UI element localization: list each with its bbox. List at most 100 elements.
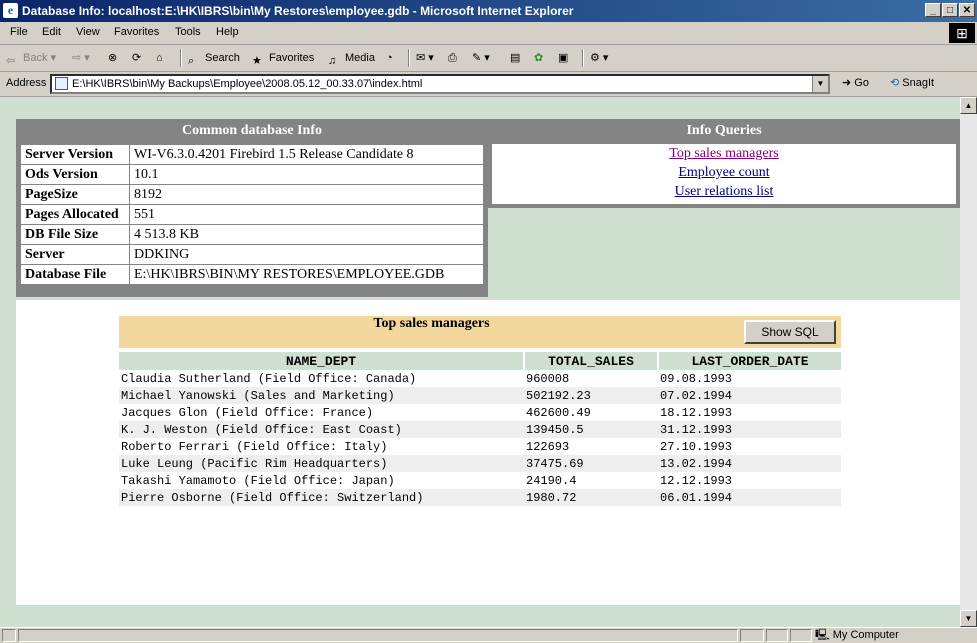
favorites-button[interactable]: ★ Favorites	[252, 49, 314, 67]
go-button[interactable]: ➜ Go	[842, 76, 869, 89]
status-text-area	[18, 629, 738, 642]
menu-help[interactable]: Help	[216, 26, 239, 38]
info-row: PageSize 8192	[20, 184, 484, 205]
info-row: Pages Allocated 551	[20, 204, 484, 225]
cell-total-sales: 24190.4	[526, 473, 577, 488]
mail-button[interactable]: ✉ ▾	[416, 49, 434, 67]
browser-viewport: Common database Info Server Version WI-V6…	[0, 97, 977, 627]
status-page-icon	[2, 629, 16, 642]
snagit-button[interactable]: ⟲ SnagIt	[890, 76, 934, 89]
cell-last-order-date: 13.02.1994	[658, 455, 841, 472]
table-row: K. J. Weston (Field Office: East Coast) 1…	[119, 421, 841, 438]
info-row: Server DDKING	[20, 244, 484, 265]
status-lock-cell	[766, 629, 788, 642]
cell-last-order-date: 12.12.1993	[660, 473, 733, 488]
query-link-top-sales-managers[interactable]: Top sales managers	[492, 144, 956, 163]
home-button[interactable]: ⌂	[156, 49, 163, 67]
scroll-up-button[interactable]: ▲	[960, 97, 977, 114]
tools-button[interactable]: ⚙ ▾	[590, 49, 608, 67]
search-button[interactable]: ⌕ Search	[188, 49, 240, 67]
discuss-button[interactable]: ▤	[510, 49, 520, 67]
info-value: WI-V6.3.0.4201 Firebird 1.5 Release Cand…	[129, 144, 484, 165]
messenger-button[interactable]: ✿	[534, 49, 543, 67]
close-button[interactable]: ✕	[959, 3, 975, 17]
stop-button[interactable]: ⊗	[108, 49, 117, 67]
stop-icon: ⊗	[108, 52, 118, 64]
table-row: Michael Yanowski (Sales and Marketing) 50…	[119, 387, 841, 404]
toolbar-separator	[180, 49, 182, 67]
info-value: E:\HK\IBRS\BIN\MY RESTORES\EMPLOYEE.GDB	[129, 264, 484, 285]
address-dropdown-button[interactable]: ▼	[812, 76, 828, 92]
cell-name-dept: Michael Yanowski (Sales and Marketing)	[119, 387, 524, 404]
refresh-button[interactable]: ⟳	[132, 49, 141, 67]
history-icon: ◔	[386, 52, 393, 64]
cell-name-dept: Jacques Glon (Field Office: France)	[121, 405, 374, 420]
address-label: Address	[6, 77, 47, 89]
tools-icon: ⚙	[590, 52, 600, 64]
menu-edit[interactable]: Edit	[42, 26, 61, 38]
info-key: PageSize	[20, 184, 130, 205]
info-queries-header: Info Queries	[686, 123, 762, 138]
menu-view[interactable]: View	[76, 26, 100, 38]
result-title: Top sales managers	[373, 316, 490, 331]
info-key: DB File Size	[20, 224, 130, 245]
address-url: E:\HK\IBRS\bin\My Backups\Employee\2008.…	[72, 78, 423, 90]
toolbar-separator	[408, 49, 410, 67]
scroll-down-button[interactable]: ▼	[960, 610, 977, 627]
home-icon: ⌂	[156, 52, 163, 64]
address-bar: Address E:\HK\IBRS\bin\My Backups\Employ…	[0, 72, 977, 97]
info-key: Database File	[20, 264, 130, 285]
result-header: Top sales managers Show SQL	[119, 316, 841, 348]
table-row: Luke Leung (Pacific Rim Headquarters) 374…	[119, 455, 841, 472]
cell-total-sales: 122693	[526, 439, 570, 454]
forward-button[interactable]: ⇨ ▾	[72, 49, 90, 67]
refresh-icon: ⟳	[132, 52, 142, 64]
research-icon: ▣	[558, 52, 569, 64]
query-link-employee-count[interactable]: Employee count	[492, 163, 956, 182]
table-row: Takashi Yamamoto (Field Office: Japan) 24…	[119, 472, 841, 489]
info-value: DDKING	[129, 244, 484, 265]
minimize-button[interactable]: _	[925, 3, 941, 17]
table-row: Claudia Sutherland (Field Office: Canada…	[119, 370, 841, 387]
window-title: Database Info: localhost:E:\HK\IBRS\bin\…	[22, 4, 574, 18]
column-header-name-dept: NAME_DEPT	[119, 352, 525, 370]
toolbar-separator	[582, 49, 584, 67]
print-button[interactable]: ⎙	[448, 49, 457, 67]
common-info-header: Common database Info	[181, 123, 322, 138]
show-sql-button[interactable]: Show SQL	[744, 320, 836, 344]
cell-last-order-date: 06.01.1994	[658, 489, 841, 506]
table-row: Pierre Osborne (Field Office: Switzerlan…	[119, 489, 841, 506]
info-value: 4 513.8 KB	[129, 224, 484, 245]
page-icon	[55, 77, 68, 90]
history-button[interactable]: ◔	[386, 49, 393, 67]
windows-logo-icon: ⊞	[949, 23, 975, 43]
messenger-icon: ✿	[534, 52, 544, 64]
cell-name-dept: Roberto Ferrari (Field Office: Italy)	[121, 439, 388, 454]
cell-total-sales: 502192.23	[524, 387, 658, 404]
menu-tools[interactable]: Tools	[175, 26, 201, 38]
go-arrow-icon: ➜	[842, 77, 852, 89]
cell-name-dept: Pierre Osborne (Field Office: Switzerlan…	[119, 489, 524, 506]
ie-icon: e	[3, 3, 18, 18]
edit-icon: ✎	[472, 52, 482, 64]
cell-last-order-date: 09.08.1993	[660, 371, 733, 386]
cell-total-sales: 139450.5	[524, 421, 658, 438]
back-button[interactable]: ⇦ Back ▾	[6, 49, 56, 67]
cell-total-sales: 37475.69	[524, 455, 658, 472]
forward-arrow-icon: ⇨	[72, 52, 82, 64]
cell-name-dept: Luke Leung (Pacific Rim Headquarters)	[119, 455, 524, 472]
research-button[interactable]: ▣	[558, 49, 568, 67]
media-button[interactable]: ♫ Media	[328, 49, 375, 67]
menu-bar: File Edit View Favorites Tools Help ⊞	[0, 22, 977, 45]
menu-file[interactable]: File	[10, 26, 28, 38]
menu-favorites[interactable]: Favorites	[114, 26, 159, 38]
query-link-user-relations-list[interactable]: User relations list	[492, 182, 956, 201]
maximize-button[interactable]: □	[942, 3, 958, 17]
edit-button[interactable]: ✎ ▾	[472, 49, 490, 67]
vertical-scrollbar[interactable]: ▲ ▼	[960, 97, 977, 627]
info-row: DB File Size 4 513.8 KB	[20, 224, 484, 245]
title-bar: e Database Info: localhost:E:\HK\IBRS\bi…	[0, 0, 977, 22]
cell-name-dept: K. J. Weston (Field Office: East Coast)	[119, 421, 524, 438]
cell-name-dept: Claudia Sutherland (Field Office: Canada…	[121, 371, 417, 386]
address-input[interactable]: E:\HK\IBRS\bin\My Backups\Employee\2008.…	[50, 74, 830, 94]
